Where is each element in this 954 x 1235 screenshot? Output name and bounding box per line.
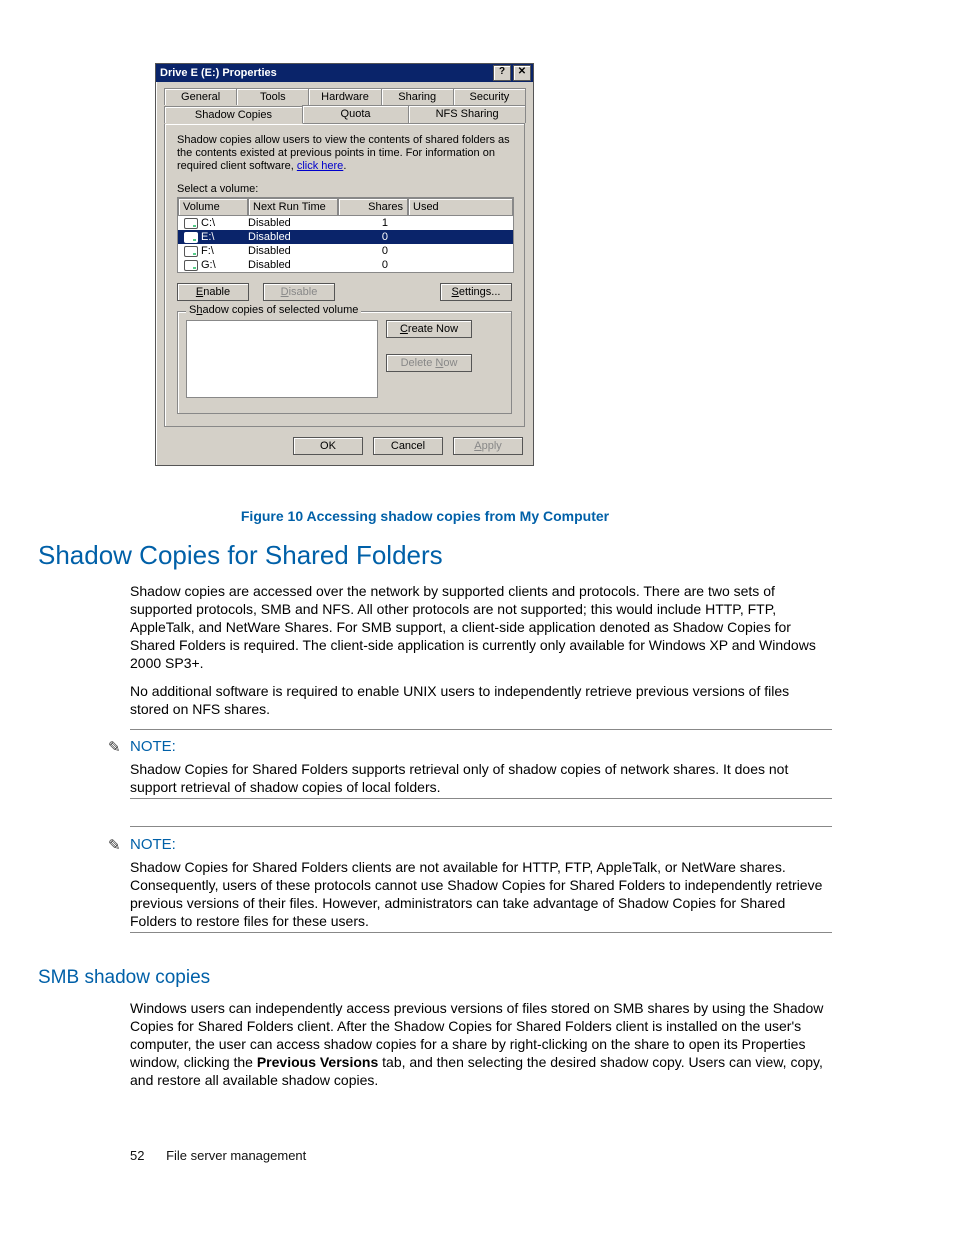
- table-header: Volume Next Run Time Shares Used: [178, 198, 513, 216]
- settings-button[interactable]: Settings...Settings...: [440, 283, 512, 301]
- shadow-copy-list[interactable]: [186, 320, 378, 398]
- drive-icon: [184, 246, 198, 257]
- bold-text: Previous Versions: [257, 1054, 378, 1070]
- page-number: 52: [130, 1148, 144, 1163]
- window-title: Drive E (E:) Properties: [160, 67, 491, 79]
- click-here-link[interactable]: click here: [297, 160, 343, 172]
- heading-shadow-copies: Shadow Copies for Shared Folders: [38, 540, 443, 571]
- drive-icon: [184, 218, 198, 229]
- paragraph: Windows users can independently access p…: [130, 999, 832, 1089]
- dialog-footer: OK Cancel ApplyApply: [156, 433, 533, 465]
- apply-button: ApplyApply: [453, 437, 523, 455]
- tab-hardware[interactable]: Hardware: [308, 88, 381, 105]
- note-text: Shadow Copies for Shared Folders support…: [130, 760, 830, 796]
- tab-general[interactable]: General: [164, 88, 237, 105]
- volume-table[interactable]: Volume Next Run Time Shares Used C:\ Dis…: [177, 197, 514, 273]
- page-footer: 52 File server management: [130, 1148, 306, 1163]
- col-used[interactable]: Used: [408, 198, 513, 216]
- divider: [130, 826, 832, 827]
- note-text: Shadow Copies for Shared Folders clients…: [130, 858, 832, 930]
- table-row[interactable]: E:\ Disabled 0: [178, 230, 513, 244]
- selected-volume-group: Shadow copies of selected volumeShadow c…: [177, 311, 512, 414]
- tab-security[interactable]: Security: [453, 88, 526, 105]
- note-label: NOTE:: [130, 738, 176, 755]
- divider: [130, 729, 832, 730]
- table-row[interactable]: G:\ Disabled 0: [178, 258, 513, 272]
- select-volume-label: Select a volume:: [177, 183, 512, 195]
- note-label: NOTE:: [130, 836, 176, 853]
- delete-now-button: Delete NowDelete Now: [386, 354, 472, 372]
- footer-title: File server management: [166, 1148, 306, 1163]
- paragraph: Shadow copies are accessed over the netw…: [130, 582, 830, 672]
- tab-tools[interactable]: Tools: [236, 88, 309, 105]
- divider: [130, 932, 832, 933]
- divider: [130, 798, 832, 799]
- heading-smb: SMB shadow copies: [38, 967, 210, 989]
- figure-caption: Figure 10 Accessing shadow copies from M…: [160, 508, 690, 524]
- tab-shadow-copies[interactable]: Shadow Copies: [164, 106, 303, 124]
- group-legend: Shadow copies of selected volumeShadow c…: [186, 304, 361, 316]
- col-volume[interactable]: Volume: [178, 198, 248, 216]
- drive-icon: [184, 232, 198, 243]
- table-row[interactable]: C:\ Disabled 1: [178, 216, 513, 230]
- table-row[interactable]: F:\ Disabled 0: [178, 244, 513, 258]
- note-icon: ✎: [108, 836, 121, 854]
- tab-sharing[interactable]: Sharing: [381, 88, 454, 105]
- col-shares[interactable]: Shares: [338, 198, 408, 216]
- close-icon[interactable]: ✕: [513, 65, 531, 81]
- drive-icon: [184, 260, 198, 271]
- col-next-run[interactable]: Next Run Time: [248, 198, 338, 216]
- titlebar: Drive E (E:) Properties ? ✕: [156, 64, 533, 82]
- paragraph: No additional software is required to en…: [130, 682, 830, 718]
- cancel-button[interactable]: Cancel: [373, 437, 443, 455]
- help-icon[interactable]: ?: [493, 65, 511, 81]
- create-now-button[interactable]: Create NowCreate Now: [386, 320, 472, 338]
- tab-panel: Shadow copies allow users to view the co…: [164, 123, 525, 427]
- disable-button: DisableDisable: [263, 283, 335, 301]
- description-text: Shadow copies allow users to view the co…: [177, 134, 512, 173]
- note-icon: ✎: [108, 738, 121, 756]
- tab-nfs-sharing[interactable]: NFS Sharing: [408, 105, 526, 123]
- description-post: .: [343, 160, 346, 172]
- tab-quota[interactable]: Quota: [302, 105, 409, 123]
- ok-button[interactable]: OK: [293, 437, 363, 455]
- enable-button[interactable]: EEnablenable: [177, 283, 249, 301]
- properties-dialog: Drive E (E:) Properties ? ✕ General Tool…: [155, 63, 534, 466]
